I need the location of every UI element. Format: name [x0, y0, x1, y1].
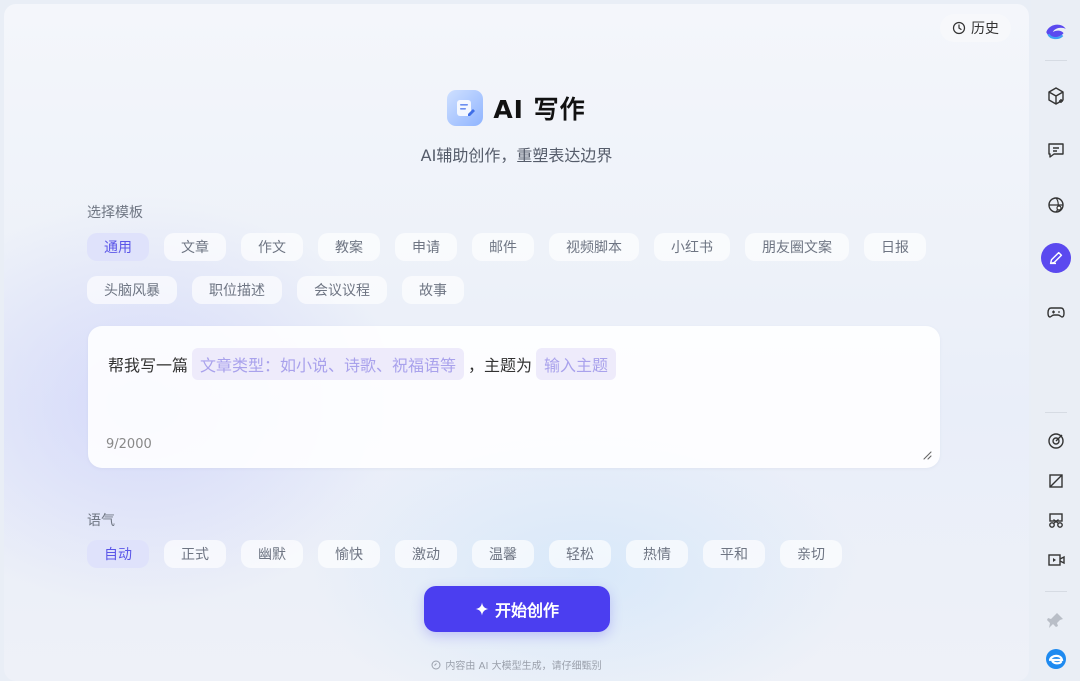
template-chip[interactable]: 作文 [241, 233, 303, 261]
template-chip[interactable]: 职位描述 [192, 276, 282, 304]
template-chip[interactable]: 教案 [318, 233, 380, 261]
video-icon[interactable] [1043, 547, 1069, 573]
template-chip[interactable]: 文章 [164, 233, 226, 261]
sidebar-divider [1045, 412, 1067, 413]
prompt-middle: ，主题为 [468, 356, 533, 375]
disclaimer: 内容由 AI 大模型生成，请仔细甄别 [4, 657, 1029, 672]
tone-chip-list: 自动 正式 幽默 愉快 激动 温馨 轻松 热情 平和 亲切 [87, 540, 967, 583]
tone-chip[interactable]: 热情 [626, 540, 688, 568]
template-section-label: 选择模板 [87, 205, 143, 221]
target-icon[interactable] [1043, 428, 1069, 454]
browser-logo-icon[interactable] [1043, 646, 1069, 672]
tone-chip[interactable]: 轻松 [549, 540, 611, 568]
page-subtitle: AI辅助创作，重塑表达边界 [420, 146, 613, 165]
tone-chip[interactable]: 温馨 [472, 540, 534, 568]
clock-icon [952, 21, 966, 35]
sparkle-icon [475, 602, 489, 616]
crop-icon[interactable] [1043, 468, 1069, 494]
prompt-editor[interactable]: 帮我写一篇 文章类型：如小说、诗歌、祝福语等 ，主题为 输入主题 9/2000 [88, 326, 940, 468]
tone-chip[interactable]: 平和 [703, 540, 765, 568]
ai-writing-logo-icon [447, 90, 484, 126]
resize-handle-icon[interactable] [922, 450, 932, 460]
globe-search-icon[interactable] [1043, 192, 1069, 218]
page-title: AI 写作 [493, 95, 586, 124]
template-chip[interactable]: 申请 [395, 233, 457, 261]
gamepad-icon[interactable] [1043, 299, 1069, 325]
template-chip[interactable]: 小红书 [654, 233, 730, 261]
tone-chip[interactable]: 幽默 [241, 540, 303, 568]
tone-section-label: 语气 [87, 513, 115, 529]
right-sidebar [1031, 0, 1080, 681]
scissors-icon[interactable] [1043, 508, 1069, 534]
cube-plus-icon[interactable] [1043, 83, 1069, 109]
hero: AI 写作 AI辅助创作，重塑表达边界 [4, 90, 1029, 166]
tone-chip[interactable]: 正式 [164, 540, 226, 568]
tone-chip[interactable]: 激动 [395, 540, 457, 568]
tone-chip[interactable]: 自动 [87, 540, 149, 568]
sidebar-divider [1045, 591, 1067, 592]
start-writing-label: 开始创作 [494, 601, 559, 620]
template-chip[interactable]: 会议议程 [297, 276, 387, 304]
template-chip[interactable]: 故事 [402, 276, 464, 304]
disclaimer-text: 内容由 AI 大模型生成，请仔细甄别 [445, 661, 602, 672]
pen-icon[interactable] [1041, 243, 1071, 273]
history-label: 历史 [971, 21, 999, 37]
chat-icon[interactable] [1043, 137, 1069, 163]
template-chip[interactable]: 邮件 [472, 233, 534, 261]
history-button[interactable]: 历史 [940, 14, 1011, 42]
topic-slot[interactable]: 输入主题 [536, 348, 617, 380]
sidebar-divider [1045, 60, 1067, 61]
article-type-slot[interactable]: 文章类型：如小说、诗歌、祝福语等 [192, 348, 465, 380]
template-chip[interactable]: 日报 [864, 233, 926, 261]
main-panel: 历史 AI 写作 AI辅助创作，重塑表达边界 选择模板 通用 文章 作文 教案 申请 邮件… [4, 4, 1029, 681]
pin-icon[interactable] [1043, 607, 1069, 633]
char-counter: 9/2000 [106, 437, 152, 452]
template-chip-list: 通用 文章 作文 教案 申请 邮件 视频脚本 小红书 朋友圈文案 日报头脑风暴 职位描述 会议议程 故事 [87, 233, 947, 319]
start-writing-button[interactable]: 开始创作 [424, 586, 610, 632]
template-chip[interactable]: 朋友圈文案 [745, 233, 849, 261]
brand-logo-icon[interactable] [1043, 18, 1069, 44]
tone-chip[interactable]: 愉快 [318, 540, 380, 568]
prompt-text: 帮我写一篇 文章类型：如小说、诗歌、祝福语等 ，主题为 输入主题 [108, 348, 620, 380]
prompt-prefix: 帮我写一篇 [108, 356, 189, 375]
ai-info-icon [431, 660, 441, 669]
template-chip[interactable]: 视频脚本 [549, 233, 639, 261]
template-chip[interactable]: 通用 [87, 233, 149, 261]
tone-chip[interactable]: 亲切 [780, 540, 842, 568]
template-chip[interactable]: 头脑风暴 [87, 276, 177, 304]
